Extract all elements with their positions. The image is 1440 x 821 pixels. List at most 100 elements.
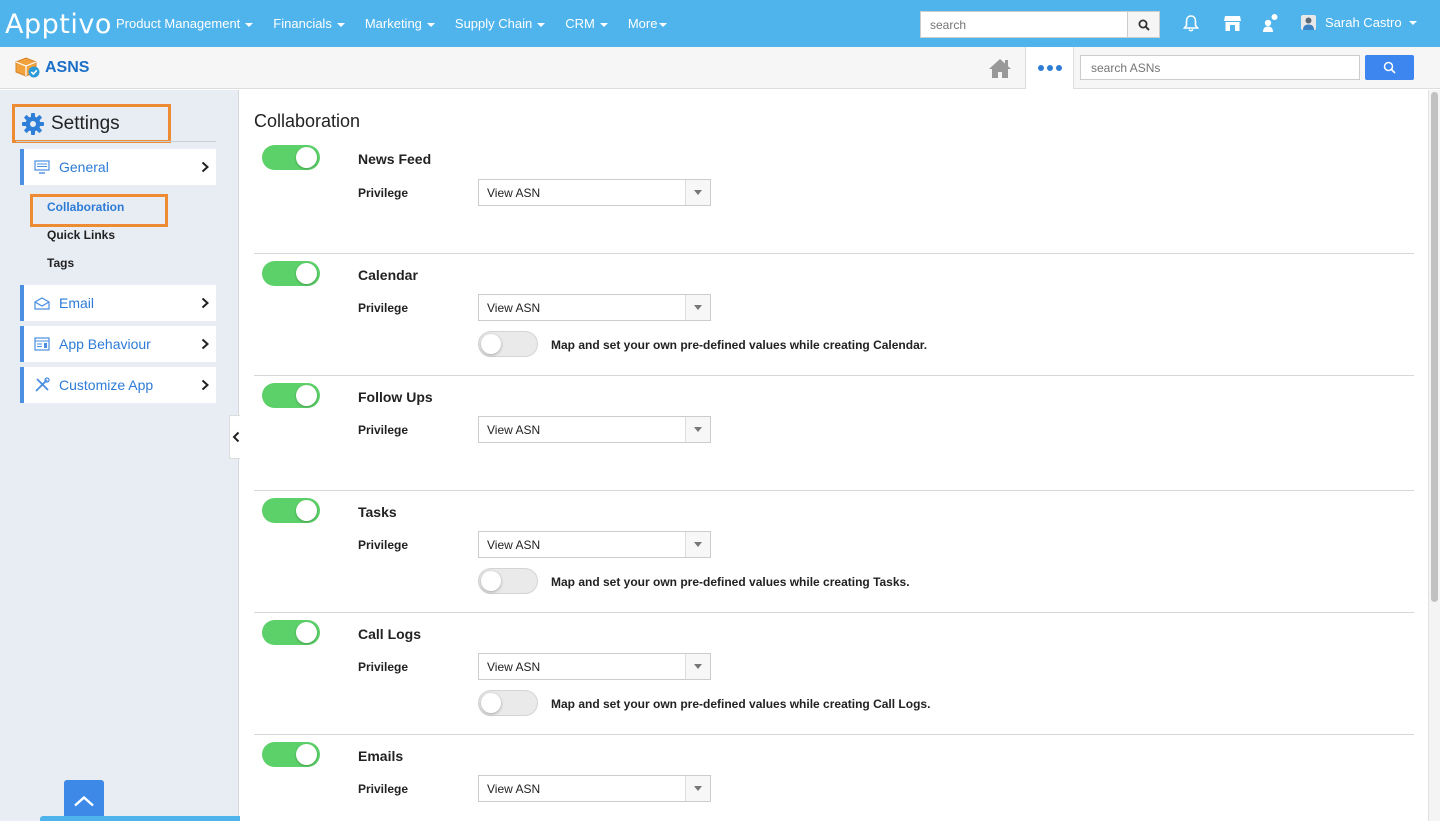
call-logs-map-toggle[interactable] xyxy=(478,690,538,716)
nav-supply-chain[interactable]: Supply Chain xyxy=(455,16,546,31)
dropdown-arrow-icon xyxy=(685,180,710,205)
emails-toggle[interactable] xyxy=(262,742,320,767)
notifications-button[interactable] xyxy=(1181,13,1201,33)
chevron-right-icon xyxy=(201,379,209,391)
tasks-privilege-select[interactable]: View ASN xyxy=(478,531,711,558)
section-title: Emails xyxy=(358,748,404,764)
avatar xyxy=(1301,15,1316,30)
privilege-label: Privilege xyxy=(358,423,409,437)
scrollbar-thumb[interactable] xyxy=(1431,92,1438,602)
nav-financials[interactable]: Financials xyxy=(273,16,345,31)
caret-down-icon xyxy=(599,22,608,27)
store-button[interactable] xyxy=(1222,13,1242,33)
page-title: Collaboration xyxy=(254,111,361,131)
privilege-label: Privilege xyxy=(358,301,409,315)
section-calendar: Calendar Privilege View ASN Map and set … xyxy=(254,254,1414,376)
chevron-up-icon xyxy=(74,795,94,806)
settings-sidebar: Settings General Collaboration Quick Lin… xyxy=(0,90,239,821)
home-button[interactable] xyxy=(985,55,1015,81)
tasks-map-toggle[interactable] xyxy=(478,568,538,594)
user-menu[interactable]: Sarah Castro xyxy=(1301,15,1417,30)
nav-product-management[interactable]: Product Management xyxy=(116,16,254,31)
section-title: Calendar xyxy=(358,267,418,283)
section-news-feed: News Feed Privilege View ASN xyxy=(254,142,1414,254)
app-title[interactable]: ASNS xyxy=(45,59,89,77)
nav-more[interactable]: More xyxy=(628,16,668,31)
global-search-input[interactable] xyxy=(920,11,1128,38)
sidebar-item-general[interactable]: General xyxy=(20,149,216,185)
follow-ups-privilege-select[interactable]: View ASN xyxy=(478,416,711,443)
sidebar-link-quick-links[interactable]: Quick Links xyxy=(47,228,115,242)
sidebar-link-collaboration[interactable]: Collaboration xyxy=(47,200,124,214)
section-title: Call Logs xyxy=(358,626,422,642)
chevron-right-icon xyxy=(201,338,209,350)
apptivo-logo[interactable]: Apptivo xyxy=(5,9,112,40)
settings-heading: Settings xyxy=(12,104,171,143)
section-follow-ups: Follow Ups Privilege View ASN xyxy=(254,376,1414,491)
dropdown-arrow-icon xyxy=(685,417,710,442)
caret-down-icon xyxy=(245,22,254,27)
dropdown-arrow-icon xyxy=(685,654,710,679)
call-logs-map-text: Map and set your own pre-defined values … xyxy=(551,697,931,711)
privilege-label: Privilege xyxy=(358,538,409,552)
news-feed-toggle[interactable] xyxy=(262,145,320,170)
monitor-icon xyxy=(34,160,50,174)
home-icon xyxy=(989,59,1011,78)
chevron-left-icon xyxy=(232,431,239,443)
settings-label: Settings xyxy=(51,112,120,134)
caret-down-icon xyxy=(1408,20,1417,25)
main-scrollbar[interactable] xyxy=(1428,90,1440,821)
calendar-map-text: Map and set your own pre-defined values … xyxy=(551,338,928,352)
asn-app-icon xyxy=(15,57,40,78)
chevron-right-icon xyxy=(201,297,209,309)
chevron-right-icon xyxy=(201,161,209,173)
divider xyxy=(16,141,216,142)
tasks-toggle[interactable] xyxy=(262,498,320,523)
sidebar-link-tags[interactable]: Tags xyxy=(47,256,74,270)
privilege-label: Privilege xyxy=(358,660,409,674)
nav-crm[interactable]: CRM xyxy=(565,16,608,31)
caret-down-icon xyxy=(537,22,546,27)
emails-privilege-select[interactable]: View ASN xyxy=(478,775,711,802)
tools-icon xyxy=(35,377,50,392)
calendar-toggle[interactable] xyxy=(262,261,320,286)
section-title: News Feed xyxy=(358,151,432,167)
store-icon xyxy=(1223,16,1241,31)
call-logs-privilege-select[interactable]: View ASN xyxy=(478,653,711,680)
users-button[interactable] xyxy=(1261,13,1281,33)
caret-down-icon xyxy=(426,22,435,27)
more-options-button[interactable] xyxy=(1025,47,1074,89)
follow-ups-toggle[interactable] xyxy=(262,383,320,408)
asn-search-input[interactable] xyxy=(1080,55,1360,80)
asn-search-button[interactable] xyxy=(1365,55,1414,80)
top-navbar: Apptivo Product Management Financials Ma… xyxy=(0,0,1440,47)
gear-icon xyxy=(22,112,44,135)
search-icon xyxy=(1383,61,1396,74)
dropdown-arrow-icon xyxy=(685,295,710,320)
calendar-map-toggle[interactable] xyxy=(478,331,538,357)
scroll-to-top-button[interactable] xyxy=(64,780,104,821)
search-icon xyxy=(1138,19,1150,31)
caret-down-icon xyxy=(336,22,345,27)
users-icon xyxy=(1263,14,1278,32)
sidebar-item-email[interactable]: Email xyxy=(20,285,216,321)
tasks-map-text: Map and set your own pre-defined values … xyxy=(551,575,910,589)
global-search-button[interactable] xyxy=(1127,11,1160,38)
main-nav: Product Management Financials Marketing … xyxy=(116,0,687,47)
envelope-icon xyxy=(34,296,50,310)
call-logs-toggle[interactable] xyxy=(262,620,320,645)
dropdown-arrow-icon xyxy=(685,776,710,801)
section-title: Follow Ups xyxy=(358,389,433,405)
caret-down-icon xyxy=(659,22,668,27)
calendar-privilege-select[interactable]: View ASN xyxy=(478,294,711,321)
privilege-label: Privilege xyxy=(358,186,409,200)
news-feed-privilege-select[interactable]: View ASN xyxy=(478,179,711,206)
section-title: Tasks xyxy=(358,504,397,520)
section-emails: Emails Privilege View ASN xyxy=(254,735,1414,821)
sidebar-item-app-behaviour[interactable]: App Behaviour xyxy=(20,326,216,362)
section-tasks: Tasks Privilege View ASN Map and set you… xyxy=(254,491,1414,613)
collaboration-panel: Collaboration News Feed Privilege View A… xyxy=(240,90,1428,821)
nav-marketing[interactable]: Marketing xyxy=(365,16,435,31)
app-behaviour-icon xyxy=(34,337,50,351)
sidebar-item-customize-app[interactable]: Customize App xyxy=(20,367,216,403)
